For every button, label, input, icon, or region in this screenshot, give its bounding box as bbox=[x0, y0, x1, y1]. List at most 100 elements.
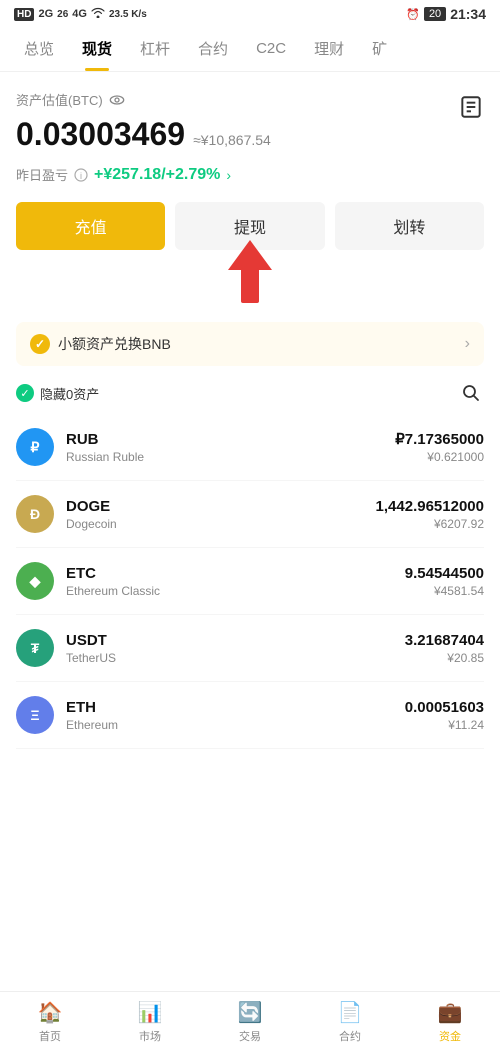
rub-logo-text: ₽ bbox=[31, 439, 40, 456]
etc-fullname: Ethereum Classic bbox=[66, 584, 405, 598]
hd-badge: HD bbox=[14, 8, 34, 21]
signal-4g: 4G bbox=[72, 8, 87, 20]
nav-home[interactable]: 🏠 首页 bbox=[20, 1000, 80, 1044]
nav-funds-label: 资金 bbox=[439, 1028, 461, 1044]
doge-info: DOGE Dogecoin bbox=[66, 498, 376, 531]
etc-logo: ◆ bbox=[16, 562, 54, 600]
bnb-banner-left: ✓ 小额资产兑换BNB bbox=[30, 334, 171, 354]
rub-symbol: RUB bbox=[66, 431, 395, 448]
usdt-fullname: TetherUS bbox=[66, 651, 405, 665]
asset-header: 资产估值(BTC) 0.03003469≈¥10,867.54 bbox=[16, 90, 484, 157]
eth-logo-text: Ξ bbox=[30, 707, 39, 723]
contract-icon: 📄 bbox=[338, 1000, 363, 1025]
tab-c2c[interactable]: C2C bbox=[242, 28, 300, 69]
eth-amount: 0.00051603 bbox=[405, 699, 484, 716]
pnl-value: +¥257.18/+2.79% bbox=[94, 166, 220, 184]
tab-mining[interactable]: 矿 bbox=[358, 26, 401, 71]
asset-item-rub[interactable]: ₽ RUB Russian Ruble ₽7.17365000 ¥0.62100… bbox=[16, 414, 484, 481]
eth-cny: ¥11.24 bbox=[405, 718, 484, 732]
transfer-button[interactable]: 划转 bbox=[335, 202, 484, 250]
bnb-swap-banner[interactable]: ✓ 小额资产兑换BNB › bbox=[16, 322, 484, 366]
pnl-chevron: › bbox=[226, 167, 231, 183]
nav-market[interactable]: 📊 市场 bbox=[120, 1000, 180, 1044]
asset-header-left: 资产估值(BTC) 0.03003469≈¥10,867.54 bbox=[16, 90, 271, 157]
usdt-symbol: USDT bbox=[66, 632, 405, 649]
rub-cny: ¥0.621000 bbox=[395, 450, 484, 464]
cny-approx: ≈¥10,867.54 bbox=[193, 132, 271, 148]
funds-icon: 💼 bbox=[438, 1000, 463, 1025]
eth-amounts: 0.00051603 ¥11.24 bbox=[405, 699, 484, 732]
signal-26: 26 bbox=[57, 9, 68, 20]
wifi-icon bbox=[91, 7, 105, 21]
tab-margin[interactable]: 杠杆 bbox=[126, 26, 184, 71]
bnb-check-icon: ✓ bbox=[30, 334, 50, 354]
arrow-stem bbox=[241, 268, 259, 303]
bnb-banner-text: 小额资产兑换BNB bbox=[58, 334, 171, 354]
withdraw-button[interactable]: 提现 bbox=[175, 202, 324, 250]
eth-symbol: ETH bbox=[66, 699, 405, 716]
info-icon: i bbox=[74, 168, 88, 182]
signal-2g: 2G bbox=[38, 8, 53, 20]
eye-icon[interactable] bbox=[109, 92, 125, 108]
asset-label-text: 资产估值(BTC) bbox=[16, 90, 103, 109]
main-content: 资产估值(BTC) 0.03003469≈¥10,867.54 昨日盈亏 i +… bbox=[0, 72, 500, 250]
arrow-annotation bbox=[0, 240, 500, 310]
alarm-icon: ⏰ bbox=[406, 8, 420, 21]
doge-amount: 1,442.96512000 bbox=[376, 498, 484, 515]
doge-fullname: Dogecoin bbox=[66, 517, 376, 531]
asset-label-row: 资产估值(BTC) bbox=[16, 90, 271, 109]
usdt-amounts: 3.21687404 ¥20.85 bbox=[405, 632, 484, 665]
eth-logo: Ξ bbox=[16, 696, 54, 734]
nav-contract-label: 合约 bbox=[339, 1028, 361, 1044]
market-icon: 📊 bbox=[138, 1000, 163, 1025]
search-icon bbox=[461, 383, 481, 403]
asset-item-doge[interactable]: Ð DOGE Dogecoin 1,442.96512000 ¥6207.92 bbox=[16, 481, 484, 548]
tab-earn[interactable]: 理财 bbox=[300, 26, 358, 71]
deposit-button[interactable]: 充值 bbox=[16, 202, 165, 250]
usdt-cny: ¥20.85 bbox=[405, 651, 484, 665]
filter-checkmark: ✓ bbox=[20, 387, 29, 400]
usdt-logo-text: ₮ bbox=[31, 640, 40, 656]
status-bar: HD 2G 26 4G 23.5 K/s ⏰ 20 21:34 bbox=[0, 0, 500, 26]
nav-home-label: 首页 bbox=[39, 1028, 61, 1044]
asset-item-usdt[interactable]: ₮ USDT TetherUS 3.21687404 ¥20.85 bbox=[16, 615, 484, 682]
checkmark: ✓ bbox=[35, 337, 45, 351]
bottom-nav: 🏠 首页 📊 市场 🔄 交易 📄 合约 💼 资金 bbox=[0, 991, 500, 1056]
doge-logo-text: Ð bbox=[30, 506, 40, 522]
rub-logo: ₽ bbox=[16, 428, 54, 466]
tab-spot[interactable]: 现货 bbox=[68, 26, 126, 71]
nav-contract[interactable]: 📄 合约 bbox=[320, 1000, 380, 1044]
rub-info: RUB Russian Ruble bbox=[66, 431, 395, 464]
usdt-info: USDT TetherUS bbox=[66, 632, 405, 665]
doge-logo: Ð bbox=[16, 495, 54, 533]
hide-zero-assets[interactable]: ✓ 隐藏0资产 bbox=[16, 384, 99, 403]
hide-zero-label: 隐藏0资产 bbox=[40, 384, 99, 403]
nav-tabs: 总览 现货 杠杆 合约 C2C 理财 矿 bbox=[0, 26, 500, 72]
time-display: 21:34 bbox=[450, 6, 486, 22]
asset-item-etc[interactable]: ◆ ETC Ethereum Classic 9.54544500 ¥4581.… bbox=[16, 548, 484, 615]
battery-icon: 20 bbox=[424, 7, 446, 21]
bnb-chevron-icon: › bbox=[465, 335, 470, 353]
tab-futures[interactable]: 合约 bbox=[184, 26, 242, 71]
asset-list: ₽ RUB Russian Ruble ₽7.17365000 ¥0.62100… bbox=[0, 414, 500, 749]
asset-item-eth[interactable]: Ξ ETH Ethereum 0.00051603 ¥11.24 bbox=[16, 682, 484, 749]
nav-market-label: 市场 bbox=[139, 1028, 161, 1044]
usdt-amount: 3.21687404 bbox=[405, 632, 484, 649]
rub-fullname: Russian Ruble bbox=[66, 450, 395, 464]
etc-amount: 9.54544500 bbox=[405, 565, 484, 582]
eth-info: ETH Ethereum bbox=[66, 699, 405, 732]
filter-row: ✓ 隐藏0资产 bbox=[0, 366, 500, 414]
doge-cny: ¥6207.92 bbox=[376, 517, 484, 531]
record-icon[interactable] bbox=[458, 94, 484, 120]
etc-symbol: ETC bbox=[66, 565, 405, 582]
search-button[interactable] bbox=[458, 380, 484, 406]
nav-trade[interactable]: 🔄 交易 bbox=[220, 1000, 280, 1044]
status-left: HD 2G 26 4G 23.5 K/s bbox=[14, 7, 147, 21]
usdt-logo: ₮ bbox=[16, 629, 54, 667]
rub-amount: ₽7.17365000 bbox=[395, 430, 484, 448]
doge-symbol: DOGE bbox=[66, 498, 376, 515]
tab-overview[interactable]: 总览 bbox=[10, 26, 68, 71]
doge-amounts: 1,442.96512000 ¥6207.92 bbox=[376, 498, 484, 531]
etc-cny: ¥4581.54 bbox=[405, 584, 484, 598]
nav-funds[interactable]: 💼 资金 bbox=[420, 1000, 480, 1044]
